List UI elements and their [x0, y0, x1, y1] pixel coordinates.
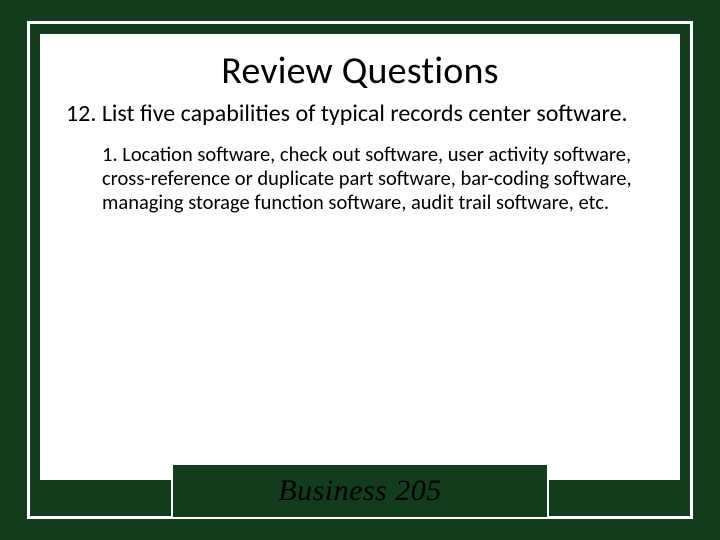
content-box: Review Questions 12. List five capabilit… — [40, 34, 680, 480]
slide-frame: Review Questions 12. List five capabilit… — [27, 21, 693, 519]
slide-title: Review Questions — [66, 48, 654, 94]
answer-text: 1. Location software, check out software… — [66, 142, 654, 215]
footer-text: Business 205 — [278, 474, 442, 508]
question-text: 12. List five capabilities of typical re… — [66, 100, 654, 128]
footer-box: Business 205 — [171, 463, 549, 519]
question-block: 12. List five capabilities of typical re… — [66, 100, 654, 128]
